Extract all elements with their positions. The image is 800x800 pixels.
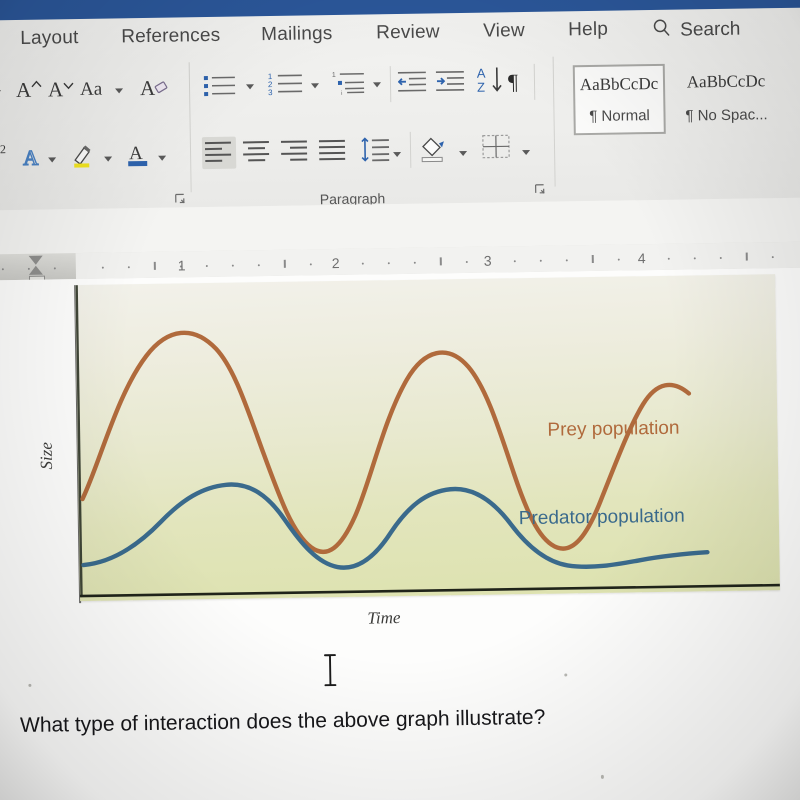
line-spacing-button[interactable] [360,136,391,169]
style-name-normal: ¶ Normal [589,107,650,126]
shading-button[interactable] [419,133,450,168]
search-label: Search [680,18,741,41]
prey-population-label: Prey population [547,417,680,441]
multilevel-caret-icon[interactable] [372,82,382,88]
word-window: Layout References Mailings Review View H… [0,0,800,800]
ruler-mark-4: 4 [637,250,646,267]
style-sample-normal: AaBbCcDc [579,73,659,95]
ruler-mark-3: 3 [483,252,492,269]
align-left-button[interactable] [204,141,233,170]
numbering-button[interactable]: 1 2 3 [268,72,304,104]
tab-mailings[interactable]: Mailings [261,23,333,46]
line-spacing-caret-icon[interactable] [393,151,402,158]
group-divider-3 [533,63,536,100]
svg-text:A: A [477,66,486,81]
photo-speck [28,683,32,687]
svg-text:1: 1 [332,72,336,79]
borders-caret-icon[interactable] [522,149,531,156]
svg-text:3: 3 [268,88,273,97]
eraser-icon [153,80,171,101]
change-case-button[interactable]: Aa [80,79,102,101]
font-dialog-launcher[interactable] [175,193,187,208]
grow-font-arrow-icon [31,76,42,94]
style-item-normal[interactable]: AaBbCcDc ¶ Normal [572,63,666,136]
tab-view[interactable]: View [483,20,525,43]
shrink-font-button[interactable]: A [48,77,64,102]
sort-button[interactable]: A Z [477,64,510,101]
document-question-text[interactable]: What type of interaction does the above … [20,706,546,738]
text-effects-icon[interactable]: A [22,145,44,175]
svg-text:Z: Z [477,80,485,95]
increase-indent-button[interactable] [435,69,466,100]
group-divider-4 [409,131,412,168]
document-page[interactable]: Prey population Predator population Size… [0,267,800,800]
align-right-button[interactable] [280,139,309,168]
tab-layout[interactable]: Layout [20,27,79,50]
ribbon: Layout References Mailings Review View H… [0,7,800,211]
shrink-font-arrow-icon [63,77,74,95]
paragraph-dialog-launcher[interactable] [535,184,547,199]
font-size-dropdown-caret[interactable] [0,90,2,96]
bullets-caret-icon[interactable] [245,84,255,90]
group-divider-1 [188,62,192,193]
borders-button[interactable] [482,134,513,167]
justify-button[interactable] [318,139,347,168]
ruler-mark-2: 2 [331,254,340,272]
font-color-caret-icon[interactable] [158,155,167,161]
group-divider-2 [389,66,392,103]
text-effects-caret-icon[interactable] [48,157,57,163]
change-case-caret-icon[interactable] [115,88,124,94]
align-center-button[interactable] [242,140,271,169]
x-axis [79,583,780,598]
decrease-indent-button[interactable] [397,70,428,101]
search-box[interactable]: Search [652,17,741,43]
superscript-exponent: 2 [0,142,7,157]
highlight-color-icon[interactable] [70,143,94,174]
highlight-caret-icon[interactable] [104,156,113,162]
screenshot-root: Layout References Mailings Review View H… [0,0,800,800]
style-sample-no-spacing: AaBbCcDc [686,71,766,92]
tab-references[interactable]: References [121,25,221,49]
font-color-icon[interactable]: A [127,142,149,173]
svg-text:A: A [23,146,39,170]
bullets-button[interactable] [203,73,237,105]
grow-font-button[interactable]: A [16,78,32,103]
style-name-no-spacing: ¶ No Spac... [685,106,768,125]
hanging-indent-marker[interactable] [28,265,43,275]
i-beam-text-cursor [320,653,341,692]
svg-text:i: i [341,91,342,97]
photo-speck [600,774,604,779]
group-divider-5 [552,56,556,187]
shading-caret-icon[interactable] [459,150,468,157]
multilevel-list-button[interactable]: 1 i [332,71,366,103]
show-formatting-marks-button[interactable]: ¶ [508,69,518,95]
first-line-indent-marker[interactable] [28,255,43,265]
numbering-caret-icon[interactable] [310,83,320,89]
tab-help[interactable]: Help [568,19,608,42]
predator-population-label: Predator population [518,505,685,530]
style-item-no-spacing[interactable]: AaBbCcDc ¶ No Spac... [671,62,782,134]
tab-review[interactable]: Review [376,21,440,44]
search-icon [652,18,672,43]
photo-speck [564,673,568,677]
x-axis-label: Time [367,608,401,628]
graph-figure[interactable]: Prey population Predator population [75,274,781,602]
ruler-mark-1: 1 [177,257,186,274]
y-axis-label: Size [36,442,57,470]
